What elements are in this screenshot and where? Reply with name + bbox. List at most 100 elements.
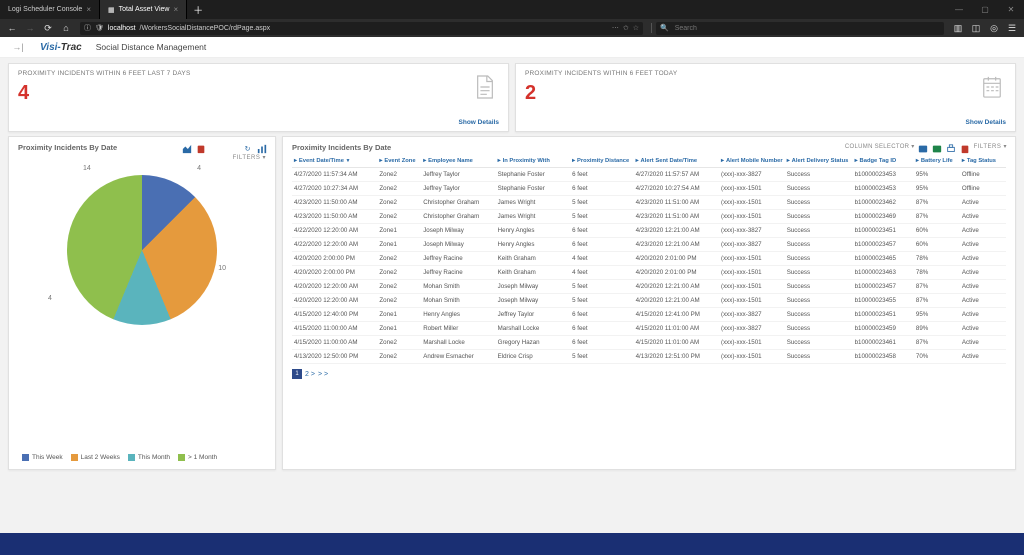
- browser-tab-active[interactable]: ▦ Total Asset View ×: [100, 0, 187, 19]
- table-row[interactable]: 4/22/2020 12:20:00 AMZone1Joseph MilwayH…: [292, 238, 1006, 252]
- forward-button[interactable]: →: [22, 21, 38, 35]
- table-cell: Keith Graham: [496, 252, 570, 266]
- reload-button[interactable]: ⟳: [40, 21, 56, 35]
- legend-item[interactable]: > 1 Month: [178, 454, 217, 461]
- kpi-label: PROXIMITY INCIDENTS WITHIN 6 FEET LAST 7…: [18, 70, 499, 77]
- search-input[interactable]: [673, 24, 940, 33]
- table-row[interactable]: 4/20/2020 2:00:00 PMZone2Jeffrey RacineK…: [292, 252, 1006, 266]
- table-filters-link[interactable]: FILTERS ▾: [974, 143, 1007, 154]
- table-row[interactable]: 4/20/2020 12:20:00 AMZone2Mohan SmithJos…: [292, 294, 1006, 308]
- table-cell: Joseph Milway: [496, 280, 570, 294]
- table-cell: Active: [960, 336, 1006, 350]
- table-cell: 4/23/2020 12:21:00 AM: [634, 224, 719, 238]
- col-header[interactable]: ▸Employee Name: [421, 155, 495, 168]
- export-csv-icon[interactable]: [918, 143, 929, 154]
- table-cell: b10000023459: [853, 322, 914, 336]
- table-cell: Marshall Locke: [421, 336, 495, 350]
- table-cell: Active: [960, 196, 1006, 210]
- chart-type-icon[interactable]: [181, 143, 192, 154]
- table-cell: b10000023458: [853, 350, 914, 364]
- table-row[interactable]: 4/13/2020 12:50:00 PMZone2Andrew Esmache…: [292, 350, 1006, 364]
- col-header[interactable]: ▸Battery Life: [914, 155, 960, 168]
- print-icon[interactable]: [946, 143, 957, 154]
- tab-close-icon[interactable]: ×: [86, 5, 91, 14]
- table-cell: 89%: [914, 322, 960, 336]
- table-cell: 4 feet: [570, 266, 634, 280]
- table-cell: 4/20/2020 2:01:00 PM: [634, 252, 719, 266]
- table-row[interactable]: 4/20/2020 12:20:00 AMZone2Mohan SmithJos…: [292, 280, 1006, 294]
- col-header[interactable]: ▸Alert Sent Date/Time: [634, 155, 719, 168]
- chart-filters-link[interactable]: FILTERS ▾: [233, 154, 266, 161]
- back-button[interactable]: ←: [4, 21, 20, 35]
- menu-icon[interactable]: ☰: [1004, 21, 1020, 35]
- table-cell: Active: [960, 238, 1006, 252]
- pie-label: 4: [197, 165, 201, 172]
- open-drawer-button[interactable]: →|: [10, 40, 26, 54]
- legend-item[interactable]: This Week: [22, 454, 63, 461]
- table-row[interactable]: 4/23/2020 11:50:00 AMZone2Christopher Gr…: [292, 210, 1006, 224]
- col-header[interactable]: ▸Alert Delivery Status: [785, 155, 853, 168]
- pie-label: 4: [48, 295, 52, 302]
- col-header[interactable]: ▸Event Zone: [377, 155, 421, 168]
- table-cell: 87%: [914, 280, 960, 294]
- home-button[interactable]: ⌂: [58, 21, 74, 35]
- table-cell: Robert Miller: [421, 322, 495, 336]
- col-header[interactable]: ▸Event Date/Time ▼: [292, 155, 377, 168]
- table-row[interactable]: 4/23/2020 11:50:00 AMZone2Christopher Gr…: [292, 196, 1006, 210]
- col-header[interactable]: ▸Alert Mobile Number: [719, 155, 785, 168]
- refresh-icon[interactable]: ↻: [242, 143, 253, 154]
- column-selector-link[interactable]: COLUMN SELECTOR ▾: [845, 143, 915, 154]
- table-row[interactable]: 4/15/2020 11:00:00 AMZone1Robert MillerM…: [292, 322, 1006, 336]
- window-minimize-button[interactable]: —: [946, 0, 972, 19]
- show-details-link[interactable]: Show Details: [966, 119, 1006, 126]
- table-cell: 95%: [914, 168, 960, 182]
- pager-next[interactable]: 2 >: [305, 371, 315, 378]
- table-row[interactable]: 4/27/2020 10:27:34 AMZone2Jeffrey Taylor…: [292, 182, 1006, 196]
- window-close-button[interactable]: ✕: [998, 0, 1024, 19]
- export-pdf-icon[interactable]: [960, 143, 971, 154]
- table-cell: b10000023457: [853, 280, 914, 294]
- legend-item[interactable]: Last 2 Weeks: [71, 454, 120, 461]
- kpi-value: 4: [18, 82, 499, 105]
- sidebar-icon[interactable]: ◫: [968, 21, 984, 35]
- window-maximize-button[interactable]: ▢: [972, 0, 998, 19]
- url-path: /WorkersSocialDistancePOC/rdPage.aspx: [140, 25, 271, 32]
- table-cell: (xxx)-xxx-3827: [719, 238, 785, 252]
- export-excel-icon[interactable]: [932, 143, 943, 154]
- table-row[interactable]: 4/15/2020 12:40:00 PMZone1Henry AnglesJe…: [292, 308, 1006, 322]
- tab-close-icon[interactable]: ×: [173, 5, 178, 14]
- table-cell: 5 feet: [570, 280, 634, 294]
- pager-current[interactable]: 1: [292, 369, 302, 379]
- chart-card: Proximity Incidents By Date ↻ FILTERS ▾ …: [8, 136, 276, 470]
- pager-last[interactable]: > >: [318, 371, 328, 378]
- new-tab-button[interactable]: ＋: [187, 0, 209, 19]
- bar-chart-icon[interactable]: [256, 143, 267, 154]
- col-header[interactable]: ▸Badge Tag ID: [853, 155, 914, 168]
- table-cell: 87%: [914, 294, 960, 308]
- browser-search[interactable]: 🔍: [656, 22, 944, 35]
- col-header[interactable]: ▸Tag Status: [960, 155, 1006, 168]
- browser-tab-inactive[interactable]: Logi Scheduler Console ×: [0, 0, 100, 19]
- table-cell: Jeffrey Taylor: [421, 182, 495, 196]
- url-bar[interactable]: ⓘ 🛡 localhost/WorkersSocialDistancePOC/r…: [80, 22, 643, 35]
- table-row[interactable]: 4/20/2020 2:00:00 PMZone2Jeffrey RacineK…: [292, 266, 1006, 280]
- col-header[interactable]: ▸Proximity Distance: [570, 155, 634, 168]
- table-row[interactable]: 4/22/2020 12:20:00 AMZone1Joseph MilwayH…: [292, 224, 1006, 238]
- table-card: Proximity Incidents By Date COLUMN SELEC…: [282, 136, 1016, 470]
- table-cell: 4 feet: [570, 252, 634, 266]
- col-header[interactable]: ▸In Proximity With: [496, 155, 570, 168]
- show-details-link[interactable]: Show Details: [459, 119, 499, 126]
- kpi-value: 2: [525, 82, 1006, 105]
- table-cell: Zone2: [377, 280, 421, 294]
- table-row[interactable]: 4/15/2020 11:00:00 AMZone2Marshall Locke…: [292, 336, 1006, 350]
- export-pdf-icon[interactable]: [195, 143, 206, 154]
- table-cell: Success: [785, 308, 853, 322]
- table-row[interactable]: 4/27/2020 11:57:34 AMZone2Jeffrey Taylor…: [292, 168, 1006, 182]
- info-icon: ⓘ: [84, 23, 91, 33]
- table-cell: Success: [785, 196, 853, 210]
- search-icon: 🔍: [660, 24, 669, 32]
- library-icon[interactable]: ▥: [950, 21, 966, 35]
- account-icon[interactable]: ◎: [986, 21, 1002, 35]
- table-cell: (xxx)-xxx-1501: [719, 336, 785, 350]
- legend-item[interactable]: This Month: [128, 454, 170, 461]
